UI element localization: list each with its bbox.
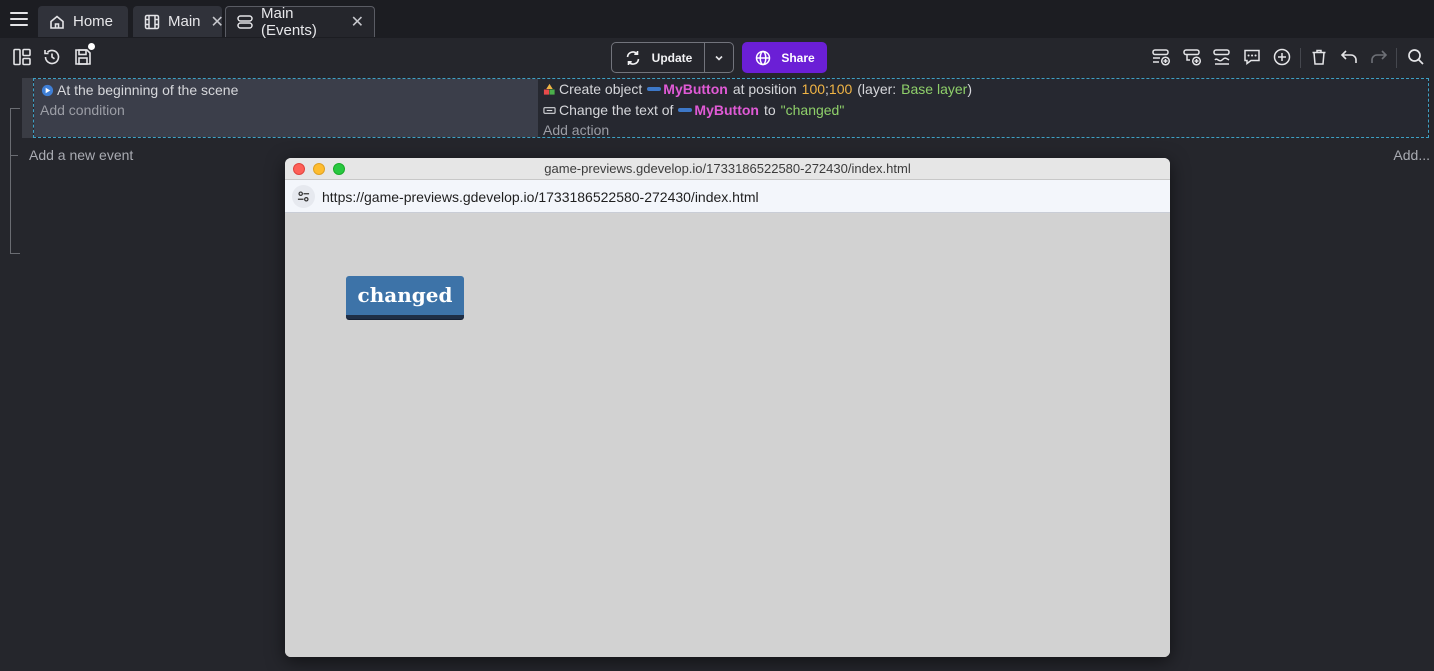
- add-more-link[interactable]: Add...: [1393, 147, 1430, 163]
- close-window-button[interactable]: [293, 163, 305, 175]
- action-text: Change the text of: [559, 102, 674, 118]
- object-name[interactable]: MyButton: [663, 81, 728, 97]
- sprite-object-icon: [647, 87, 662, 91]
- update-group: Update: [611, 42, 734, 73]
- home-icon: [48, 13, 66, 31]
- add-condition-link[interactable]: Add condition: [40, 102, 125, 118]
- action-text: Create object: [559, 81, 643, 97]
- globe-icon: [756, 50, 771, 65]
- tree-line: [10, 108, 20, 109]
- update-dropdown-button[interactable]: [705, 43, 733, 72]
- object-name[interactable]: MyButton: [694, 102, 759, 118]
- close-icon[interactable]: ✕: [351, 12, 364, 32]
- tab-label: Home: [73, 13, 114, 30]
- events-icon: [236, 13, 254, 31]
- sprite-object-icon: [678, 108, 693, 112]
- search-icon[interactable]: [1406, 47, 1426, 67]
- film-icon: [143, 13, 161, 31]
- chevron-down-icon: [715, 55, 723, 61]
- action-text: ): [967, 81, 972, 97]
- tab-home[interactable]: Home: [38, 6, 128, 37]
- condition-text: At the beginning of the scene: [57, 82, 239, 98]
- scene-start-icon: [41, 84, 54, 97]
- minimize-window-button[interactable]: [313, 163, 325, 175]
- share-button[interactable]: Share: [742, 42, 827, 73]
- tree-line: [10, 155, 18, 156]
- actions-column[interactable]: Create object MyButton at position 100 ;…: [538, 79, 1428, 138]
- action-create-object[interactable]: Create object MyButton at position 100 ;…: [543, 81, 972, 97]
- history-icon[interactable]: [42, 47, 62, 67]
- site-settings-icon[interactable]: [292, 185, 315, 208]
- layout-icon[interactable]: [12, 47, 32, 67]
- add-subevent-icon[interactable]: [1182, 47, 1202, 67]
- action-text: (layer:: [857, 81, 897, 97]
- add-circle-icon[interactable]: [1272, 47, 1292, 67]
- preview-window: game-previews.gdevelop.io/1733186522580-…: [285, 158, 1170, 657]
- update-button[interactable]: Update: [612, 43, 705, 72]
- window-title: game-previews.gdevelop.io/1733186522580-…: [544, 161, 911, 176]
- close-icon[interactable]: ✕: [211, 12, 224, 32]
- toolbar: Update Share: [0, 38, 1434, 76]
- action-change-text[interactable]: Change the text of MyButton to "changed": [543, 102, 844, 118]
- tab-bar: Home Main ✕ Main (Events) ✕: [0, 0, 1434, 39]
- tree-line: [10, 253, 20, 254]
- add-new-event-link[interactable]: Add a new event: [29, 147, 133, 163]
- text-value[interactable]: "changed": [781, 102, 845, 118]
- tree-line: [10, 108, 11, 254]
- tab-main-events[interactable]: Main (Events) ✕: [225, 5, 375, 39]
- game-button[interactable]: changed: [346, 276, 464, 319]
- tab-main[interactable]: Main ✕: [133, 6, 224, 37]
- position-x[interactable]: 100: [802, 81, 825, 97]
- add-event-icon[interactable]: [1151, 47, 1171, 67]
- menu-icon[interactable]: [10, 12, 28, 26]
- action-text: at position: [732, 81, 797, 97]
- toolbar-separator: [1300, 48, 1301, 68]
- add-action-link[interactable]: Add action: [543, 122, 609, 138]
- tab-label: Main (Events): [261, 5, 317, 39]
- tab-label: Main: [168, 13, 201, 30]
- create-object-icon: [543, 83, 556, 96]
- update-label: Update: [651, 50, 693, 65]
- comment-icon[interactable]: [1242, 47, 1262, 67]
- toolbar-separator: [1396, 48, 1397, 68]
- share-label: Share: [781, 50, 815, 65]
- game-canvas[interactable]: changed: [285, 214, 1170, 657]
- preview-titlebar[interactable]: game-previews.gdevelop.io/1733186522580-…: [285, 158, 1170, 180]
- position-y[interactable]: 100: [829, 81, 852, 97]
- delete-icon[interactable]: [1309, 47, 1329, 67]
- event-row[interactable]: At the beginning of the scene Add condit…: [33, 78, 1429, 138]
- event-drag-handle[interactable]: [22, 78, 33, 138]
- layer-name[interactable]: Base layer: [901, 81, 967, 97]
- text-field-icon: [543, 104, 556, 117]
- url-bar[interactable]: https://game-previews.gdevelop.io/173318…: [285, 180, 1170, 213]
- redo-icon[interactable]: [1369, 47, 1389, 67]
- zoom-window-button[interactable]: [333, 163, 345, 175]
- undo-icon[interactable]: [1339, 47, 1359, 67]
- unsaved-dot-icon: [88, 43, 95, 50]
- refresh-icon: [626, 50, 639, 65]
- condition-row[interactable]: At the beginning of the scene: [41, 82, 238, 98]
- add-comment-event-icon[interactable]: [1212, 47, 1232, 67]
- save-icon[interactable]: [73, 47, 93, 67]
- conditions-column[interactable]: At the beginning of the scene Add condit…: [34, 79, 538, 137]
- url-text[interactable]: https://game-previews.gdevelop.io/173318…: [322, 189, 759, 205]
- action-text: to: [763, 102, 776, 118]
